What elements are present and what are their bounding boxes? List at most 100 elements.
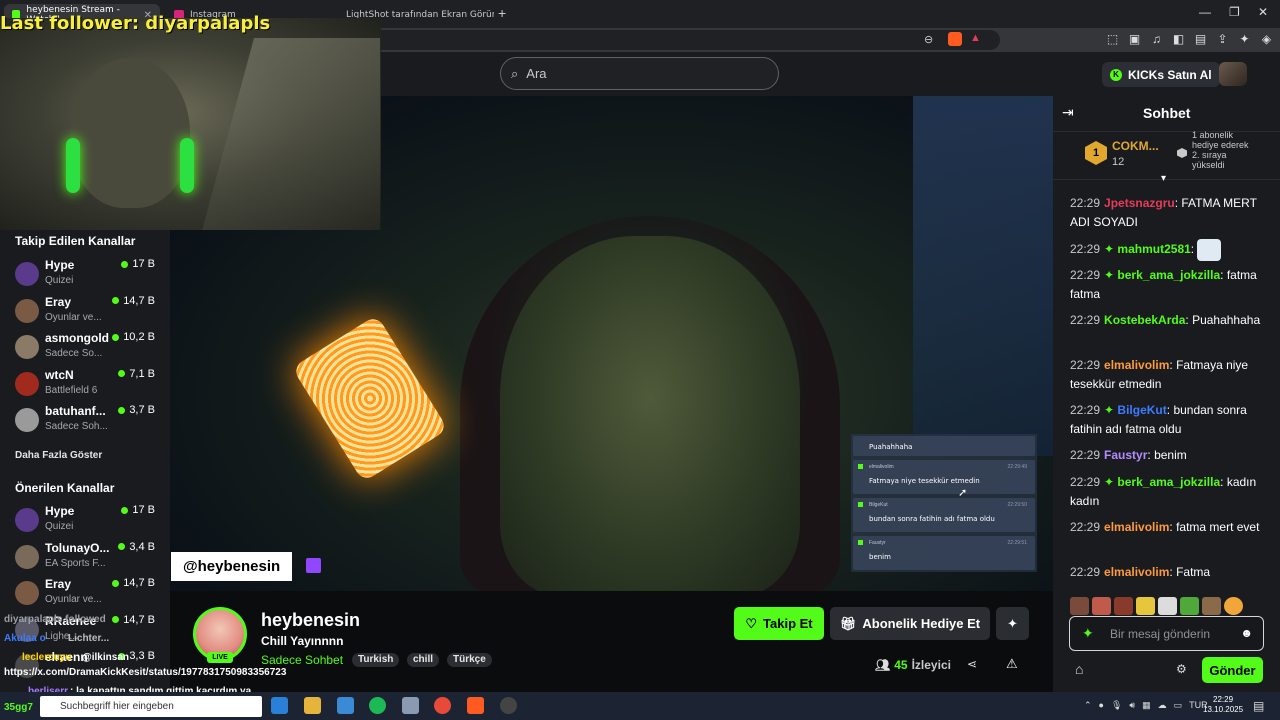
chat-message: 22:29 KostebekArda: Puahahhaha <box>1070 311 1266 330</box>
message-username[interactable]: elmalivolim <box>1104 358 1169 372</box>
emoji-icon[interactable]: ☻ <box>1240 626 1253 640</box>
live-dot <box>121 260 129 268</box>
gear-icon[interactable]: ⚙ <box>1176 662 1187 676</box>
file-explorer-icon[interactable] <box>304 697 321 714</box>
minimize-button[interactable]: — <box>1199 5 1211 19</box>
close-window-button[interactable]: ✕ <box>1258 5 1268 19</box>
message-username[interactable]: elmalivolim <box>1104 565 1169 579</box>
message-username[interactable]: Faustyr <box>1104 448 1147 462</box>
chevron-up-icon[interactable]: ⌃ <box>1084 700 1092 711</box>
tag-turkish[interactable]: Turkish <box>352 653 400 667</box>
buy-kicks-label: KICKs Satın Al <box>1128 67 1212 82</box>
channel-name: Hype <box>45 504 75 518</box>
spotify-icon[interactable] <box>369 697 386 714</box>
report-icon[interactable]: ⚠ <box>1006 656 1018 672</box>
emote[interactable] <box>1158 597 1177 615</box>
gift-subscription-button[interactable]: 🎁︎ Abonelik Hediye Et <box>830 607 990 640</box>
search-icon: ⌕ <box>511 65 519 81</box>
collapse-chat-icon[interactable]: ⇥ <box>1062 104 1074 121</box>
stream-category[interactable]: Sadece Sohbet <box>261 653 343 667</box>
viewer-label: İzleyici <box>911 658 951 672</box>
music-icon[interactable]: ♫ <box>1150 32 1163 46</box>
sidebar-channel[interactable]: TolunayO... EA Sports F... 3,4 B <box>15 540 165 576</box>
live-dot <box>112 616 120 623</box>
message-username[interactable]: elmalivolim <box>1104 520 1169 534</box>
share-icon[interactable]: ⇪ <box>1216 32 1229 46</box>
chat-input-placeholder: Bir mesaj gönderin <box>1110 627 1211 641</box>
sidebar-toggle-icon[interactable]: ◧ <box>1172 32 1185 46</box>
network-icon[interactable]: ▦ <box>1142 700 1151 711</box>
chrome-icon[interactable] <box>434 697 451 714</box>
clock-time: 22:29 <box>1213 695 1234 704</box>
search-input[interactable]: ⌕ Ara <box>500 57 779 90</box>
user-avatar[interactable] <box>1219 62 1247 86</box>
send-button[interactable]: Gönder <box>1202 657 1263 683</box>
viewer-number: 45 <box>894 658 908 672</box>
wallet-icon[interactable]: ▤ <box>1194 32 1207 46</box>
zoom-icon[interactable]: ⊖ <box>924 33 933 46</box>
buy-kicks-button[interactable]: K KICKs Satın Al <box>1102 62 1220 87</box>
sidebar-channel[interactable]: Eray Oyunlar ve... 14,7 B <box>15 294 165 330</box>
tag-chill[interactable]: chill <box>407 653 440 667</box>
message-username[interactable]: berk_ama_jokzilla <box>1117 268 1220 282</box>
edge-icon[interactable] <box>271 697 288 714</box>
message-time: 22:29 <box>1070 313 1101 327</box>
store-app-icon[interactable] <box>337 697 354 714</box>
emote[interactable] <box>1092 597 1111 615</box>
tag-turkce[interactable]: Türkçe <box>447 653 492 667</box>
vpn-icon[interactable]: ◈ <box>1260 32 1273 46</box>
calculator-icon[interactable] <box>402 697 419 714</box>
sidebar-channel[interactable]: wtcN Battlefield 6 7,1 B <box>15 367 165 403</box>
brave-rewards-icon[interactable]: ▲ <box>970 32 981 44</box>
chat-message: 22:29 Jpetsnazgru: FATMA MERT ADI SOYADI <box>1070 194 1266 232</box>
search-placeholder: Ara <box>526 66 547 81</box>
hexagon-lamp <box>291 314 449 483</box>
message-username[interactable]: Jpetsnazgru <box>1104 196 1175 210</box>
overlay-chat-message: Puahahhaha <box>853 436 1035 456</box>
taskbar-search-input[interactable]: Suchbegriff hier eingeben <box>40 696 262 717</box>
leaderboard-user[interactable]: COKM... <box>1112 139 1159 153</box>
expand-icon[interactable]: ▾ <box>1161 173 1166 184</box>
screenshot-icon[interactable]: ▣ <box>1128 32 1141 46</box>
live-dot <box>118 406 126 414</box>
sidebar-channel[interactable]: Eray Oyunlar ve... 14,7 B <box>15 576 165 612</box>
leo-icon[interactable]: ✦ <box>1238 32 1251 46</box>
sidebar-channel[interactable]: Hype Quizei 17 B <box>15 503 165 539</box>
sidebar-channel[interactable]: asmongold Sadece So... 10,2 B <box>15 330 165 366</box>
sidebar-channel[interactable]: batuhanf... Sadece Soh... 3,7 B <box>15 403 165 439</box>
emote[interactable] <box>1224 597 1243 615</box>
clock[interactable]: 22:29 13.10.2025 <box>1203 695 1243 715</box>
emote[interactable] <box>1180 597 1199 615</box>
overlay-text: @ilkinsan <box>82 652 129 663</box>
emote[interactable] <box>1114 597 1133 615</box>
obs-icon[interactable] <box>500 697 517 714</box>
cloud-icon[interactable]: ☁ <box>1158 700 1167 711</box>
message-username[interactable]: BilgeKut <box>1117 403 1166 417</box>
new-tab-button[interactable]: + <box>498 5 506 21</box>
sidebar-channel[interactable]: Hype Quizei 17 B <box>15 257 165 293</box>
extensions-icon[interactable]: ⬚ <box>1106 32 1119 46</box>
message-username[interactable]: berk_ama_jokzilla <box>1117 475 1220 489</box>
channel-name[interactable]: heybenesin <box>261 610 360 631</box>
brave-shield-icon[interactable] <box>948 32 962 46</box>
sparkle-button[interactable]: ✦ <box>996 607 1029 640</box>
store-icon[interactable]: ⌂ <box>1075 661 1083 677</box>
viewer-count: 7,1 B <box>118 368 155 380</box>
chat-message-input[interactable]: ✦ Bir mesaj gönderin ☻ <box>1069 616 1264 651</box>
antivirus-icon[interactable]: ● <box>1099 700 1104 711</box>
emote[interactable] <box>1202 597 1221 615</box>
volume-icon[interactable]: 🔊︎ <box>1129 700 1135 711</box>
battery-icon[interactable]: ▭ <box>1174 700 1183 711</box>
last-follower-text: Last follower: diyarpalapls <box>0 13 271 34</box>
message-username[interactable]: KostebekArda <box>1104 313 1185 327</box>
microphone-icon[interactable]: 🎙︎ <box>1111 700 1122 711</box>
emote[interactable] <box>1070 597 1089 615</box>
notification-icon[interactable]: ▤ <box>1253 699 1264 713</box>
message-username[interactable]: mahmut2581 <box>1117 242 1190 256</box>
emote[interactable] <box>1136 597 1155 615</box>
share-icon[interactable]: ⋖ <box>967 657 977 671</box>
follow-button[interactable]: ♡ Takip Et <box>734 607 824 640</box>
brave-icon[interactable] <box>467 697 484 714</box>
maximize-button[interactable]: ❐ <box>1229 5 1240 19</box>
show-more-link[interactable]: Daha Fazla Göster <box>15 450 102 461</box>
